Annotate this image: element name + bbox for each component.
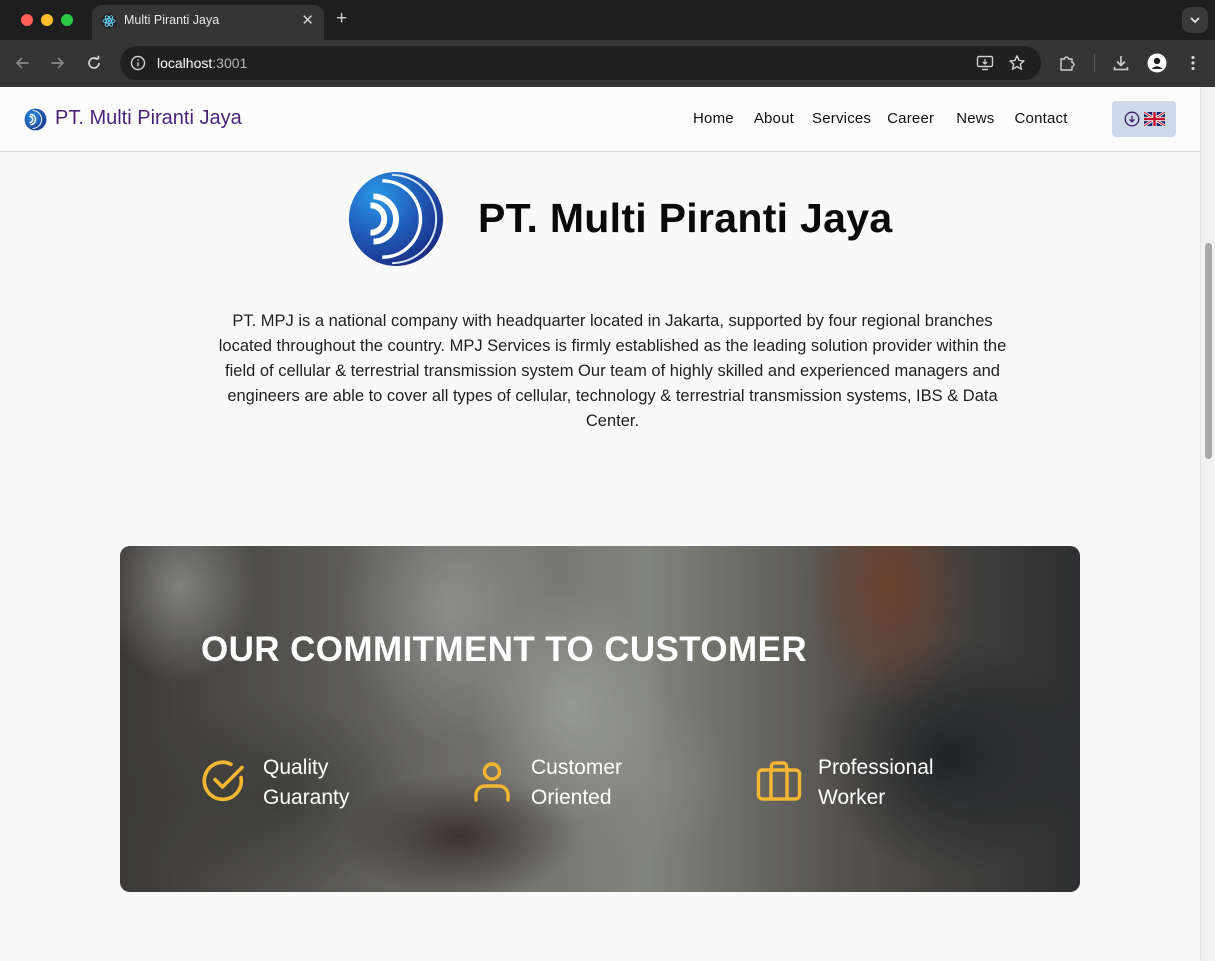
window-minimize-button[interactable]	[41, 14, 53, 26]
uk-flag-icon	[1143, 112, 1165, 126]
url-port: :3001	[212, 55, 248, 71]
install-app-icon[interactable]	[976, 54, 994, 72]
feature-customer: Customer Oriented	[469, 753, 622, 813]
site-navbar: PT. Multi Piranti Jaya Home About Servic…	[0, 87, 1200, 152]
nav-link-contact[interactable]: Contact	[1015, 110, 1068, 127]
commitment-title: OUR COMMITMENT TO CUSTOMER	[201, 630, 808, 669]
hero-title: PT. Multi Piranti Jaya	[478, 195, 893, 241]
feature-label: Quality Guaranty	[263, 756, 350, 809]
brand-name-link[interactable]: PT. Multi Piranti Jaya	[55, 107, 242, 130]
browser-menu-icon[interactable]	[1183, 53, 1203, 73]
tab-search-button[interactable]	[1182, 7, 1208, 33]
nav-links: Home About Services Career News Contact	[693, 110, 1068, 127]
briefcase-icon	[756, 761, 802, 801]
hero-description: PT. MPJ is a national company with headq…	[218, 312, 1007, 430]
browser-tabstrip: Multi Piranti Jaya ✕ +	[0, 0, 1215, 40]
language-selector-button[interactable]	[1112, 101, 1176, 137]
profile-avatar-icon[interactable]	[1147, 53, 1167, 73]
chevron-down-icon	[1190, 17, 1200, 24]
address-bar[interactable]: localhost:3001	[120, 46, 1041, 80]
nav-link-news[interactable]: News	[956, 110, 994, 127]
user-icon	[474, 762, 510, 802]
new-tab-icon[interactable]: +	[336, 8, 347, 30]
reload-icon[interactable]	[84, 53, 104, 73]
tab-close-icon[interactable]: ✕	[301, 11, 314, 29]
feature-professional: Professional Worker	[756, 753, 934, 813]
company-logo-large-icon	[348, 171, 444, 267]
window-maximize-button[interactable]	[61, 14, 73, 26]
scrollbar-thumb[interactable]	[1205, 243, 1212, 459]
extensions-puzzle-icon[interactable]	[1057, 53, 1077, 73]
page-viewport: PT. Multi Piranti Jaya Home About Servic…	[0, 87, 1200, 961]
feature-label: Professional Worker	[818, 756, 934, 809]
nav-link-services[interactable]: Services	[812, 110, 871, 127]
check-circle-icon	[202, 760, 244, 802]
forward-arrow-icon[interactable]	[48, 53, 68, 73]
back-arrow-icon[interactable]	[12, 53, 32, 73]
browser-toolbar: localhost:3001	[0, 40, 1215, 87]
tab-title: Multi Piranti Jaya	[124, 13, 220, 27]
url-text: localhost:3001	[157, 55, 247, 71]
window-close-button[interactable]	[21, 14, 33, 26]
feature-quality: Quality Guaranty	[201, 753, 349, 813]
nav-link-home[interactable]: Home	[693, 110, 734, 127]
nav-link-career[interactable]: Career	[887, 110, 934, 127]
browser-tab[interactable]: Multi Piranti Jaya ✕	[92, 5, 324, 40]
nav-link-about[interactable]: About	[754, 110, 794, 127]
arrow-down-circle-icon	[1124, 111, 1139, 127]
bookmark-star-icon[interactable]	[1008, 54, 1026, 72]
download-icon[interactable]	[1111, 53, 1131, 73]
site-info-icon[interactable]	[130, 55, 146, 71]
feature-label: Customer Oriented	[531, 756, 623, 809]
page-scrollbar[interactable]	[1200, 87, 1215, 961]
company-logo-icon[interactable]	[24, 108, 47, 131]
url-host: localhost	[157, 55, 213, 71]
commitment-section: OUR COMMITMENT TO CUSTOMER Quality Guara…	[120, 546, 1080, 892]
react-favicon-icon	[101, 13, 117, 29]
toolbar-divider	[1094, 54, 1095, 72]
